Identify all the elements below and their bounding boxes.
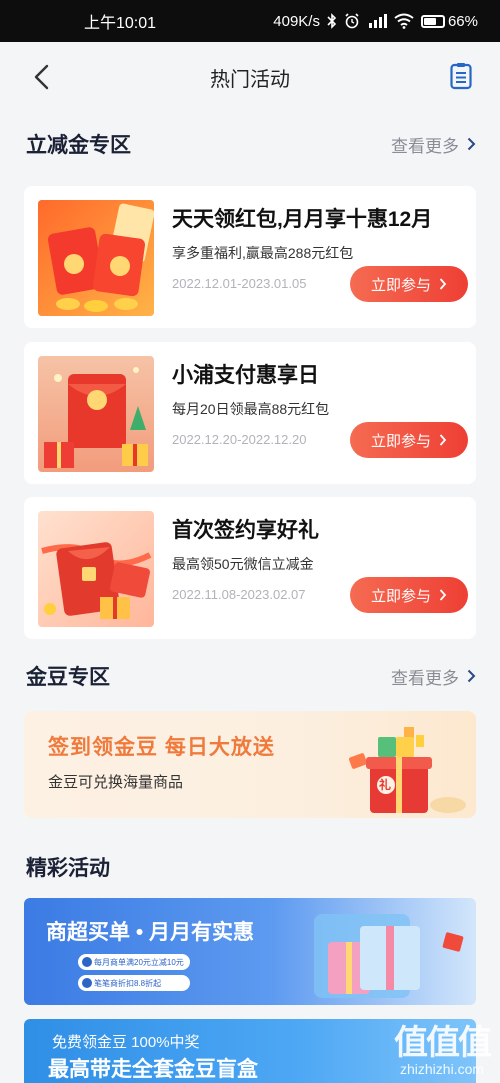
card-date-range: 2022.11.08-2023.02.07	[172, 587, 306, 602]
activity-card[interactable]: 小浦支付惠享日 每月20日领最高88元红包 2022.12.20-2022.12…	[24, 342, 476, 484]
check-icon	[82, 957, 92, 967]
card-title: 首次签约享好礼	[172, 519, 319, 542]
page-title: 热门活动	[210, 68, 290, 91]
battery-icon	[420, 14, 445, 28]
status-icons: 409K/s 66%	[273, 13, 478, 30]
chevron-right-icon	[467, 669, 476, 683]
chevron-right-icon	[467, 137, 476, 151]
chevron-right-icon	[439, 434, 447, 446]
section-beans-header: 金豆专区 查看更多	[26, 661, 476, 691]
battery-indicator: 66%	[420, 12, 478, 30]
promo-banner-shopping[interactable]: 商超买单 • 月月有实惠 每月商单满20元立减10元 笔笔商折扣8.8折起	[24, 898, 476, 1005]
join-button[interactable]: 立即参与	[350, 266, 468, 302]
promo-headline: 商超买单 • 月月有实惠	[46, 921, 255, 944]
card-description: 每月20日领最高88元红包	[172, 401, 330, 417]
more-link-label: 查看更多	[391, 668, 459, 688]
promo-line-2: 最高带走全套金豆盲盒	[48, 1058, 258, 1081]
status-time: 上午10:01	[84, 15, 157, 32]
more-link-cashback[interactable]: 查看更多	[391, 132, 476, 157]
wifi-icon	[394, 13, 414, 29]
activity-card[interactable]: 天天领红包,月月享十惠12月 享多重福利,赢最高288元红包 2022.12.0…	[24, 186, 476, 328]
join-button-label: 立即参与	[370, 587, 431, 605]
gift-boxes-icon	[314, 914, 464, 998]
status-bar: 上午10:01 409K/s 66%	[0, 0, 500, 42]
gift-bag-image	[38, 511, 154, 627]
section-cashback-header: 立减金专区 查看更多	[26, 129, 476, 159]
gift-mark: 礼	[379, 778, 392, 792]
watermark-site: zhizhizhi.com	[399, 1061, 485, 1077]
join-button[interactable]: 立即参与	[350, 422, 468, 458]
bean-banner-title: 签到领金豆 每日大放送	[48, 736, 275, 759]
chevron-left-icon[interactable]	[30, 64, 56, 90]
clipboard-list-icon[interactable]	[450, 62, 472, 90]
bean-banner-subtitle: 金豆可兑换海量商品	[48, 774, 184, 791]
section-title: 金豆专区	[26, 666, 110, 689]
join-button[interactable]: 立即参与	[350, 577, 468, 613]
bean-checkin-banner[interactable]: 签到领金豆 每日大放送 金豆可兑换海量商品 礼	[24, 711, 476, 818]
section-title: 立减金专区	[26, 134, 131, 157]
nav-bar: 热门活动	[0, 42, 500, 112]
promo-benefit: 笔笔商折扣8.8折起	[78, 975, 190, 991]
watermark-logo: 值值值	[394, 1024, 492, 1062]
card-date-range: 2022.12.20-2022.12.20	[172, 432, 307, 447]
check-icon	[82, 978, 92, 988]
alarm-icon	[345, 13, 359, 29]
card-description: 享多重福利,赢最高288元红包	[172, 245, 354, 261]
promo-benefit: 每月商单满20元立减10元	[78, 954, 190, 970]
chevron-right-icon	[439, 589, 447, 601]
battery-percent: 66%	[447, 12, 478, 30]
signal-icon	[368, 14, 387, 28]
card-title: 小浦支付惠享日	[172, 364, 319, 387]
section-events-header: 精彩活动	[26, 852, 476, 882]
section-title: 精彩活动	[26, 857, 110, 880]
promo-line-1: 免费领金豆 100%中奖	[52, 1034, 200, 1051]
promo-benefit-text: 笔笔商折扣8.8折起	[94, 978, 162, 988]
more-link-beans[interactable]: 查看更多	[391, 664, 476, 689]
gift-box-icon	[348, 727, 466, 813]
card-date-range: 2022.12.01-2023.01.05	[172, 276, 307, 291]
promo-benefit-text: 每月商单满20元立减10元	[94, 957, 184, 967]
network-speed: 409K/s	[273, 12, 320, 30]
site-watermark: 值值值 zhizhizhi.com	[394, 1024, 492, 1077]
red-envelope-image	[38, 200, 154, 316]
join-button-label: 立即参与	[370, 276, 431, 294]
gift-envelope-image	[38, 356, 154, 472]
join-button-label: 立即参与	[370, 432, 431, 450]
more-link-label: 查看更多	[391, 136, 459, 156]
card-description: 最高领50元微信立减金	[172, 556, 314, 572]
bluetooth-icon	[327, 13, 337, 29]
card-title: 天天领红包,月月享十惠12月	[172, 208, 433, 231]
activity-card[interactable]: 首次签约享好礼 最高领50元微信立减金 2022.11.08-2023.02.0…	[24, 497, 476, 639]
chevron-right-icon	[439, 278, 447, 290]
